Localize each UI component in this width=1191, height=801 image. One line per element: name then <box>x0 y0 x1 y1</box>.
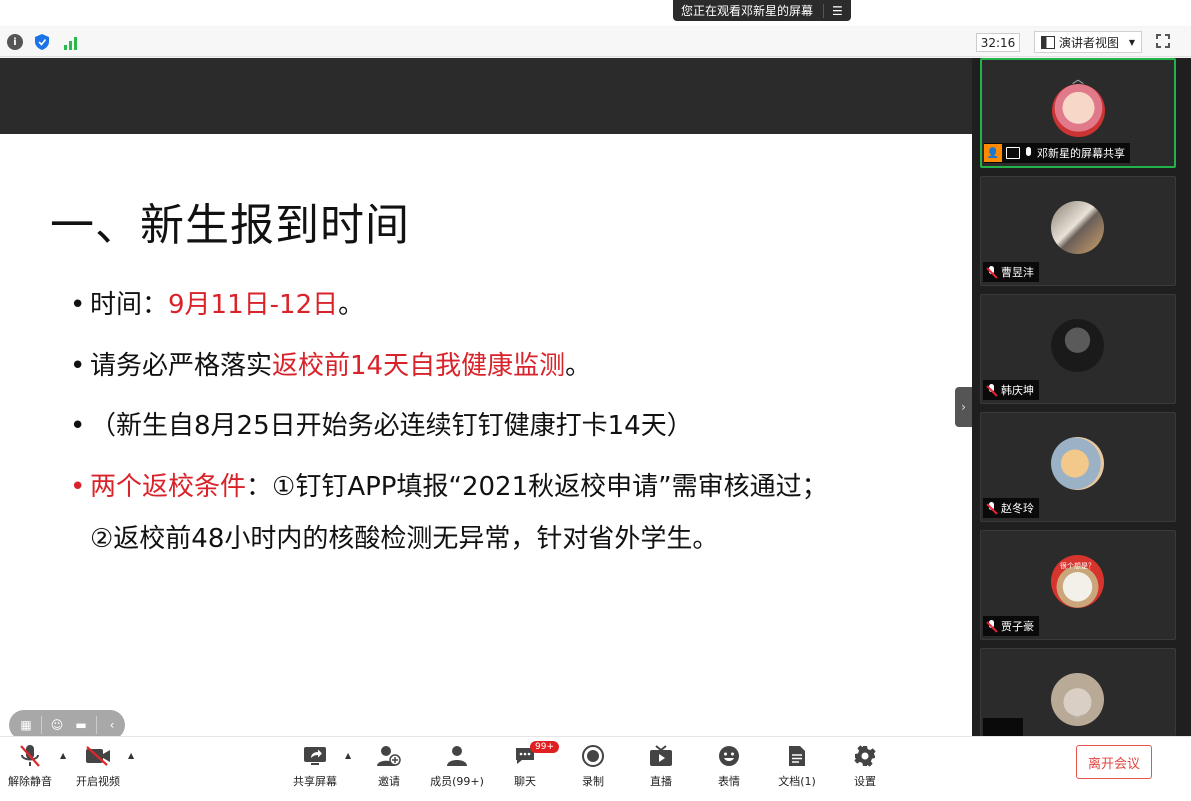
share-banner: 您正在观看邓新星的屏幕 ☰ <box>0 0 1191 26</box>
record-icon <box>579 743 607 769</box>
screen-share-icon <box>1006 147 1020 159</box>
invite-button[interactable]: 邀请 <box>359 743 419 791</box>
mic-off-icon <box>986 265 997 279</box>
participant-tile[interactable]: ︿ 👤 邓新星的屏幕共享 <box>980 58 1176 168</box>
fullscreen-icon[interactable] <box>1156 34 1170 48</box>
mic-icon <box>1024 146 1033 160</box>
slide-bullet-continuation: ②返校前48小时内的核酸检测无异常，针对省外学生。 <box>90 524 719 554</box>
participant-tile[interactable]: ﹀ <box>980 648 1176 738</box>
viewing-text: 您正在观看邓新星的屏幕 <box>681 4 814 18</box>
participant-tile[interactable]: 很个想是？ 贾子豪 <box>980 530 1176 640</box>
chevron-left-icon[interactable]: ‹ <box>103 716 121 734</box>
mic-off-icon <box>986 501 997 515</box>
settings-label: 设置 <box>854 775 876 788</box>
video-off-icon <box>84 743 112 769</box>
slide-bullet: • 两个返校条件：①钉钉APP填报“2021秋返校申请”需审核通过； <box>70 472 828 502</box>
avatar <box>1051 437 1104 490</box>
members-button[interactable]: 成员(99+) <box>427 743 487 791</box>
participant-nameplate: 韩庆坤 <box>983 380 1039 400</box>
audio-options-caret[interactable]: ▲ <box>60 751 66 760</box>
shared-screen[interactable]: 一、新生报到时间 • 时间：9月11日-12日。 • 请务必严格落实返校前14天自我… <box>0 58 972 740</box>
shield-icon[interactable] <box>34 34 50 50</box>
leave-meeting-button[interactable]: 离开会议 <box>1076 745 1152 779</box>
start-video-label: 开启视频 <box>76 775 120 788</box>
meeting-topbar: i 32:16 演讲者视图 ▼ <box>0 27 1191 57</box>
chevron-down-icon[interactable]: ﹀ <box>1071 711 1083 728</box>
participant-nameplate <box>983 718 1023 738</box>
share-options-caret[interactable]: ▲ <box>345 751 351 760</box>
participant-name: 曹昱沣 <box>1001 266 1034 279</box>
meeting-toolbar: 解除静音 ▲ 开启视频 ▲ 共享屏幕 ▲ 邀请 成员(99+) 聊天 99+ 录… <box>0 736 1191 801</box>
chat-unread-badge: 99+ <box>530 741 559 753</box>
slide-title: 一、新生报到时间 <box>50 200 410 251</box>
participant-name: 邓新星的屏幕共享 <box>1037 147 1125 160</box>
avatar-caption: 很个想是？ <box>1060 562 1095 570</box>
view-mode-label: 演讲者视图 <box>1059 35 1120 50</box>
record-button[interactable]: 录制 <box>563 743 623 791</box>
mic-off-icon <box>986 383 997 397</box>
people-icon <box>443 743 471 769</box>
info-icon[interactable]: i <box>7 34 23 50</box>
share-screen-label: 共享屏幕 <box>293 775 337 788</box>
chevron-down-icon: ▼ <box>1128 37 1135 47</box>
layout-icon <box>1041 35 1055 49</box>
invite-label: 邀请 <box>378 775 400 788</box>
docs-label: 文档(1) <box>778 775 816 788</box>
signal-icon[interactable] <box>62 34 78 50</box>
participant-name: 韩庆坤 <box>1001 384 1034 397</box>
slide-bullet: • （新生自8月25日开始务必连续钉钉健康打卡14天） <box>70 411 693 441</box>
settings-button[interactable]: 设置 <box>835 743 895 791</box>
participant-name: 赵冬玲 <box>1001 502 1034 515</box>
live-button[interactable]: 直播 <box>631 743 691 791</box>
participant-gallery: ︿ 👤 邓新星的屏幕共享 曹昱沣 韩庆坤 赵冬玲 很个想是？ 贾子豪 ﹀ <box>972 58 1191 738</box>
participant-tile[interactable]: 赵冬玲 <box>980 412 1176 522</box>
avatar <box>1052 84 1105 137</box>
unmute-label: 解除静音 <box>8 775 52 788</box>
reactions-button[interactable]: 表情 <box>699 743 759 791</box>
meeting-timer: 32:16 <box>976 33 1020 52</box>
chat-label: 聊天 <box>514 775 536 788</box>
reactions-label: 表情 <box>718 775 740 788</box>
avatar: 很个想是？ <box>1051 555 1104 608</box>
add-user-icon <box>375 743 403 769</box>
share-screen-button[interactable]: 共享屏幕 <box>285 743 345 791</box>
record-label: 录制 <box>582 775 604 788</box>
chat-bubble-icon[interactable]: ▬ <box>72 716 90 734</box>
live-label: 直播 <box>650 775 672 788</box>
document-icon <box>783 743 811 769</box>
collapse-gallery-handle[interactable]: › <box>955 387 972 427</box>
emoji-icon[interactable]: ☺ <box>48 716 66 734</box>
view-mode-dropdown[interactable]: 演讲者视图 ▼ <box>1034 31 1142 53</box>
slide-bullet: • 请务必严格落实返校前14天自我健康监测。 <box>70 351 592 381</box>
video-options-caret[interactable]: ▲ <box>128 751 134 760</box>
host-icon: 👤 <box>984 144 1002 162</box>
participant-nameplate: 赵冬玲 <box>983 498 1039 518</box>
apps-icon[interactable]: ▦ <box>17 716 35 734</box>
avatar <box>1051 319 1104 372</box>
participant-tile[interactable]: 曹昱沣 <box>980 176 1176 286</box>
menu-icon[interactable]: ☰ <box>823 3 843 18</box>
avatar <box>1051 201 1104 254</box>
start-video-button[interactable]: 开启视频 <box>68 743 128 791</box>
presentation-slide: 一、新生报到时间 • 时间：9月11日-12日。 • 请务必严格落实返校前14天自我… <box>0 134 972 740</box>
mic-off-icon <box>986 619 997 633</box>
participant-name: 贾子豪 <box>1001 620 1034 633</box>
participant-tile[interactable]: 韩庆坤 <box>980 294 1176 404</box>
emoji-icon <box>715 743 743 769</box>
gear-icon <box>851 743 879 769</box>
share-screen-icon <box>301 743 329 769</box>
live-stream-icon <box>647 743 675 769</box>
participant-nameplate: 👤 邓新星的屏幕共享 <box>984 143 1130 163</box>
members-label: 成员(99+) <box>430 775 484 788</box>
unmute-button[interactable]: 解除静音 <box>0 743 60 791</box>
mic-off-icon <box>16 743 44 769</box>
docs-button[interactable]: 文档(1) <box>767 743 827 791</box>
slide-bullet: • 时间：9月11日-12日。 <box>70 290 365 320</box>
participant-nameplate: 曹昱沣 <box>983 262 1039 282</box>
viewing-indicator[interactable]: 您正在观看邓新星的屏幕 ☰ <box>673 0 851 21</box>
participant-nameplate: 贾子豪 <box>983 616 1039 636</box>
